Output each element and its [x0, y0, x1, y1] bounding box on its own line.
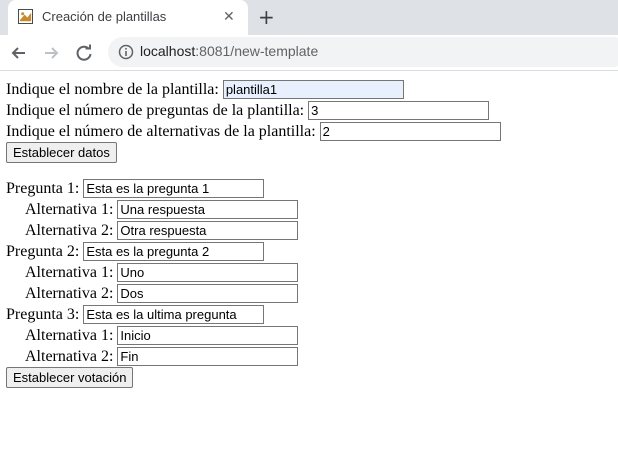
question-row: Pregunta 2:: [6, 241, 606, 262]
alternative-row: Alternativa 2:: [6, 283, 606, 304]
alternative-input[interactable]: [117, 284, 299, 303]
alternative-label: Alternativa 1:: [25, 201, 114, 218]
reload-icon[interactable]: [74, 43, 94, 63]
question-row: Pregunta 1:: [6, 178, 606, 199]
alternative-row: Alternativa 1:: [6, 325, 606, 346]
alternative-input[interactable]: [117, 221, 299, 240]
question-label: Pregunta 3:: [6, 306, 80, 323]
alternative-label: Alternativa 1:: [25, 327, 114, 344]
submit-row: Establecer votación: [6, 367, 606, 388]
set-data-button[interactable]: Establecer datos: [6, 142, 117, 163]
question-label: Pregunta 2:: [6, 243, 80, 260]
address-bar[interactable]: localhost:8081/new-template: [108, 37, 618, 67]
close-tab-icon[interactable]: ✕: [223, 9, 235, 25]
questions-count-row: Indique el número de preguntas de la pla…: [6, 100, 606, 121]
alternatives-count-input[interactable]: [319, 122, 501, 141]
alternative-input[interactable]: [117, 326, 299, 345]
template-name-input[interactable]: [222, 80, 404, 99]
new-tab-icon[interactable]: +: [258, 5, 275, 29]
alternative-row: Alternativa 2:: [6, 346, 606, 367]
alternative-label: Alternativa 2:: [25, 285, 114, 302]
question-row: Pregunta 3:: [6, 304, 606, 325]
set-data-row: Establecer datos: [6, 142, 606, 163]
alternatives-count-row: Indique el número de alternativas de la …: [6, 121, 606, 142]
url-path: :8081/new-template: [195, 43, 319, 59]
template-name-row: Indique el nombre de la plantilla:: [6, 79, 606, 100]
alternative-label: Alternativa 1:: [25, 264, 114, 281]
alternative-row: Alternativa 1:: [6, 262, 606, 283]
info-icon[interactable]: [118, 44, 134, 60]
set-voting-button[interactable]: Establecer votación: [6, 367, 134, 388]
page-content: Indique el nombre de la plantilla: Indiq…: [6, 79, 606, 388]
alternative-row: Alternativa 1:: [6, 199, 606, 220]
alternative-label: Alternativa 2:: [25, 222, 114, 239]
tab-strip: Creación de plantillas ✕ +: [0, 0, 618, 35]
alternative-label: Alternativa 2:: [25, 348, 114, 365]
question-input[interactable]: [83, 242, 265, 261]
forward-arrow-icon[interactable]: [41, 43, 61, 63]
questions-count-label: Indique el número de preguntas de la pla…: [6, 102, 305, 119]
back-arrow-icon[interactable]: [9, 43, 29, 63]
question-input[interactable]: [83, 305, 265, 324]
browser-tab[interactable]: Creación de plantillas ✕: [8, 0, 248, 35]
tab-title: Creación de plantillas: [42, 9, 167, 24]
alternatives-count-label: Indique el número de alternativas de la …: [6, 123, 316, 140]
alternative-input[interactable]: [117, 200, 299, 219]
url-text: localhost:8081/new-template: [140, 43, 318, 59]
question-label: Pregunta 1:: [6, 180, 80, 197]
alternative-row: Alternativa 2:: [6, 220, 606, 241]
template-name-label: Indique el nombre de la plantilla:: [6, 81, 219, 98]
questions-count-input[interactable]: [308, 101, 490, 120]
url-host: localhost: [140, 43, 196, 59]
favicon-icon: [18, 9, 33, 24]
question-input[interactable]: [83, 179, 265, 198]
alternative-input[interactable]: [117, 263, 299, 282]
alternative-input[interactable]: [117, 347, 299, 366]
